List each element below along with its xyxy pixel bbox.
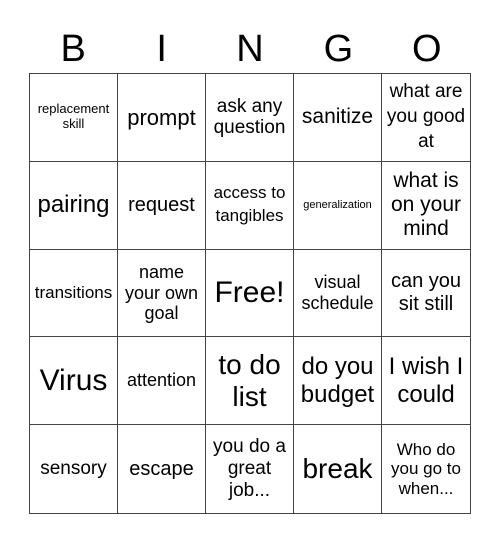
- header-letter-n: N: [236, 28, 264, 70]
- bingo-cell[interactable]: visual schedule: [294, 249, 382, 338]
- header-letter-i: I: [156, 28, 167, 70]
- bingo-cell[interactable]: sensory: [30, 425, 118, 513]
- bingo-cell[interactable]: what is on your mind: [382, 162, 470, 250]
- header-letter-b: B: [60, 28, 86, 70]
- bingo-cell[interactable]: ask any question: [206, 74, 294, 162]
- bingo-cell[interactable]: you do a great job...: [206, 425, 294, 513]
- bingo-cell[interactable]: I wish I could: [382, 337, 470, 426]
- bingo-cell[interactable]: escape: [118, 425, 206, 513]
- bingo-grid: replacement skill prompt ask any questio…: [29, 73, 471, 514]
- bingo-cell[interactable]: Virus: [30, 337, 118, 426]
- bingo-cell[interactable]: can you sit still: [382, 250, 470, 338]
- header-letter-g: G: [323, 28, 354, 70]
- free-space-cell[interactable]: Free!: [206, 249, 294, 338]
- bingo-cell[interactable]: attention: [118, 337, 206, 426]
- bingo-cell[interactable]: what are you good at: [382, 74, 470, 162]
- bingo-cell[interactable]: pairing: [30, 161, 118, 250]
- bingo-cell[interactable]: access to tangibles: [206, 161, 294, 250]
- bingo-cell[interactable]: sanitize: [294, 74, 382, 162]
- bingo-cell[interactable]: do you budget: [294, 337, 382, 426]
- bingo-cell[interactable]: request: [118, 161, 206, 250]
- bingo-cell[interactable]: transitions: [30, 249, 118, 338]
- bingo-cell[interactable]: generalization: [294, 161, 382, 250]
- bingo-cell[interactable]: break: [294, 425, 382, 513]
- bingo-header: B I N G O: [29, 26, 471, 72]
- header-letter-o: O: [412, 28, 442, 70]
- bingo-cell[interactable]: replacement skill: [30, 74, 118, 162]
- bingo-cell[interactable]: to do list: [206, 337, 294, 426]
- bingo-cell[interactable]: name your own goal: [118, 249, 206, 338]
- bingo-cell[interactable]: Who do you go to when...: [382, 425, 470, 513]
- bingo-cell[interactable]: prompt: [118, 74, 206, 162]
